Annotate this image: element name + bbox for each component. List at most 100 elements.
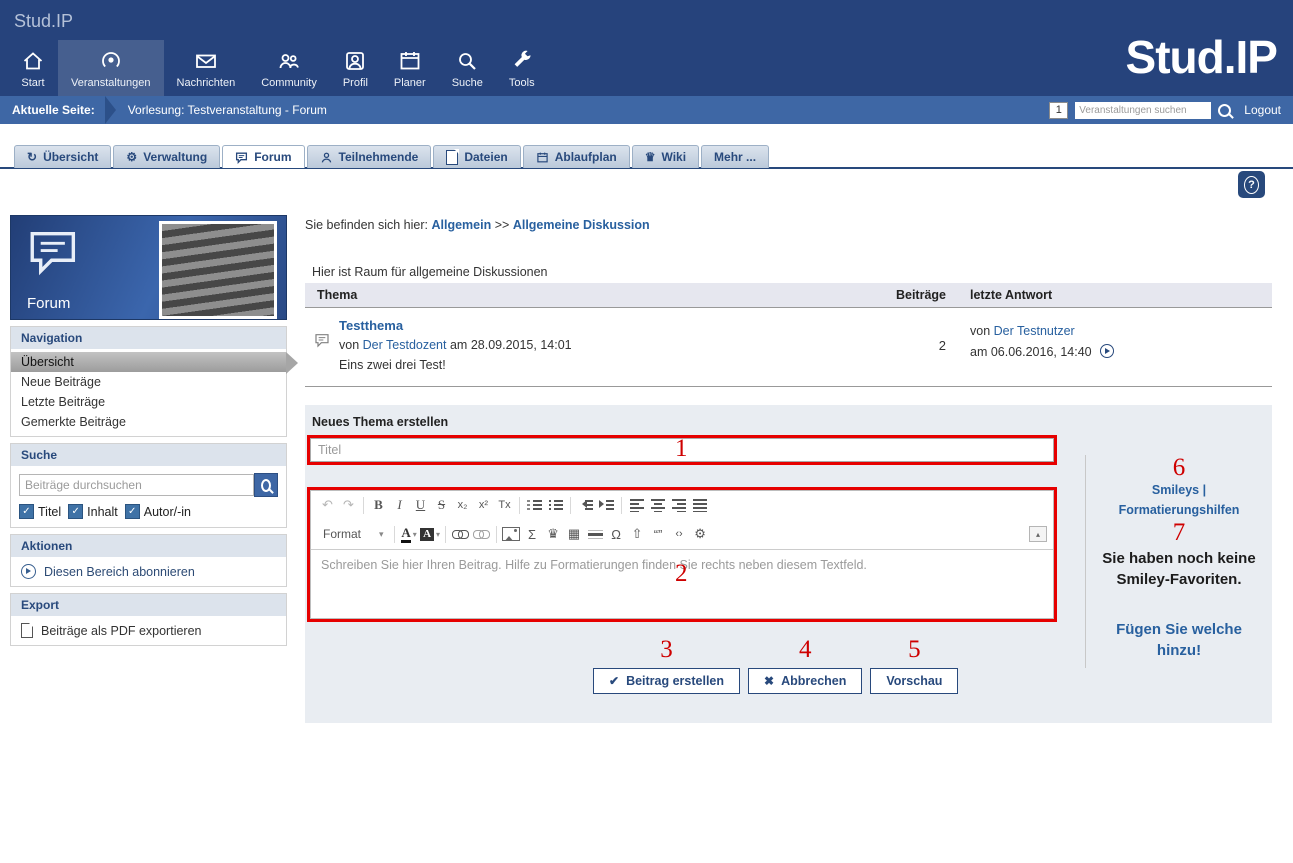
cancel-button[interactable]: ✖ Abbrechen — [748, 668, 862, 694]
nav-item-veranstaltungen[interactable]: Veranstaltungen — [58, 40, 164, 96]
text-color-button[interactable]: A▾ — [399, 523, 420, 545]
nav-label: Planer — [394, 77, 426, 89]
forum-search-input[interactable] — [19, 474, 254, 496]
sidebar-item-neue-beitraege[interactable]: Neue Beiträge — [11, 372, 286, 392]
nav-label: Profil — [343, 77, 368, 89]
tab-wiki[interactable]: ♛ Wiki — [632, 145, 699, 168]
breadcrumb-link-allgemein[interactable]: Allgemein — [431, 218, 491, 232]
remove-format-button[interactable]: Tx — [494, 494, 515, 516]
subscribe-area-link[interactable]: Diesen Bereich abonnieren — [11, 557, 286, 586]
nav-label: Veranstaltungen — [71, 77, 151, 89]
checkbox-autor[interactable]: ✓ — [125, 504, 140, 519]
tab-dateien[interactable]: Dateien — [433, 145, 520, 168]
unlink-button[interactable] — [471, 523, 492, 545]
sidebar-item-uebersicht[interactable]: Übersicht — [11, 352, 286, 372]
add-smileys-link[interactable]: Fügen Sie welche hinzu! — [1096, 619, 1262, 661]
search-submit-icon[interactable] — [1218, 104, 1231, 117]
toolbar-separator — [363, 497, 364, 514]
formula-button[interactable]: Σ — [522, 523, 543, 545]
nav-label: Tools — [509, 77, 535, 89]
format-help-link[interactable]: Formatierungshilfen — [1119, 503, 1240, 517]
topic-bubble-icon — [305, 316, 339, 375]
logout-link[interactable]: Logout — [1244, 103, 1281, 117]
link-button[interactable] — [450, 523, 471, 545]
nav-item-nachrichten[interactable]: Nachrichten — [164, 40, 249, 96]
current-page-label: Aktuelle Seite: — [12, 103, 95, 117]
last-answer-author-link[interactable]: Der Testnutzer — [994, 324, 1075, 338]
nav-item-planer[interactable]: Planer — [381, 40, 439, 96]
goto-last-post-icon[interactable] — [1100, 344, 1114, 358]
help-button[interactable]: ? — [1238, 171, 1265, 198]
forum-search-button[interactable] — [254, 473, 278, 497]
special-char-button[interactable]: Ω — [606, 523, 627, 545]
horizontal-rule-button[interactable] — [585, 523, 606, 545]
underline-button[interactable]: U — [410, 494, 431, 516]
breadcrumb-link-diskussion[interactable]: Allgemeine Diskussion — [513, 218, 650, 232]
nav-item-community[interactable]: Community — [248, 40, 330, 96]
chevron-down-icon: ▾ — [436, 530, 440, 539]
author-link[interactable]: Der Testdozent — [363, 338, 447, 352]
upload-button[interactable]: ⇧ — [627, 523, 648, 545]
section-header-suche: Suche — [11, 444, 286, 466]
tab-verwaltung[interactable]: ⚙ Verwaltung — [113, 145, 220, 168]
sidebar-item-gemerkte-beitraege[interactable]: Gemerkte Beiträge — [11, 412, 286, 432]
preview-button[interactable]: Vorschau — [870, 668, 958, 694]
undo-icon[interactable]: ↶ — [317, 494, 338, 516]
justify-button[interactable] — [689, 494, 710, 516]
editor-content-area[interactable]: 2 Schreiben Sie hier Ihren Beitrag. Hilf… — [311, 549, 1053, 618]
bullet-list-button[interactable] — [545, 494, 566, 516]
nav-item-start[interactable]: Start — [8, 40, 58, 96]
studip-logo: Stud.IP — [1126, 30, 1277, 84]
indent-button[interactable] — [596, 494, 617, 516]
numbered-list-button[interactable] — [524, 494, 545, 516]
collapse-toolbar-button[interactable]: ▴ — [1029, 526, 1047, 542]
smileys-link[interactable]: Smileys — [1152, 483, 1199, 497]
course-search-input[interactable] — [1075, 102, 1211, 119]
nav-item-profil[interactable]: Profil — [330, 40, 381, 96]
editor-placeholder: Schreiben Sie hier Ihren Beitrag. Hilfe … — [321, 558, 867, 572]
tab-label: Teilnehmende — [339, 150, 419, 164]
result-counter: 1 — [1049, 102, 1068, 119]
source-button[interactable]: ‹› — [669, 523, 690, 545]
align-center-button[interactable] — [647, 494, 668, 516]
strikethrough-button[interactable]: S — [431, 494, 452, 516]
tab-mehr[interactable]: Mehr ... — [701, 145, 769, 168]
nav-item-suche[interactable]: Suche — [439, 40, 496, 96]
redo-icon[interactable]: ↷ — [338, 494, 359, 516]
export-pdf-link[interactable]: Beiträge als PDF exportieren — [11, 616, 286, 645]
checkbox-inhalt[interactable]: ✓ — [68, 504, 83, 519]
toolbar-separator — [519, 497, 520, 514]
editor-toolbar-row-1: ↶ ↷ B I U S x₂ x² Tx — [311, 491, 1053, 520]
tab-ablaufplan[interactable]: Ablaufplan — [523, 145, 630, 168]
nav-item-tools[interactable]: Tools — [496, 40, 548, 96]
checkbox-titel[interactable]: ✓ — [19, 504, 34, 519]
mail-icon — [194, 47, 218, 74]
background-color-button[interactable]: A▾ — [420, 523, 441, 545]
main-content: Sie befinden sich hier: Allgemein >> All… — [305, 210, 1272, 723]
submit-post-button[interactable]: ✔ Beitrag erstellen — [593, 668, 740, 694]
tab-teilnehmende[interactable]: Teilnehmende — [307, 145, 432, 168]
toolbar-separator — [394, 526, 395, 543]
submit-label: Beitrag erstellen — [626, 674, 724, 688]
table-button[interactable]: ▦ — [564, 523, 585, 545]
italic-button[interactable]: I — [389, 494, 410, 516]
plugins-button[interactable]: ⚙ — [690, 523, 711, 545]
image-icon — [502, 527, 520, 541]
tab-forum[interactable]: Forum — [222, 145, 304, 168]
bold-button[interactable]: B — [368, 494, 389, 516]
topic-title-link[interactable]: Testthema — [339, 318, 403, 333]
outdent-button[interactable] — [575, 494, 596, 516]
format-dropdown[interactable]: Format ▾ — [317, 527, 390, 541]
superscript-button[interactable]: x² — [473, 494, 494, 516]
tab-uebersicht[interactable]: ↻ Übersicht — [14, 145, 111, 168]
check-icon: ✓ — [22, 507, 30, 517]
subscript-button[interactable]: x₂ — [452, 494, 473, 516]
align-left-button[interactable] — [626, 494, 647, 516]
blockquote-button[interactable]: “” — [648, 523, 669, 545]
wiki-button[interactable]: ♛ — [543, 523, 564, 545]
check-icon: ✓ — [71, 507, 79, 517]
align-right-icon — [672, 499, 686, 512]
align-right-button[interactable] — [668, 494, 689, 516]
sidebar-item-letzte-beitraege[interactable]: Letzte Beiträge — [11, 392, 286, 412]
image-button[interactable] — [501, 523, 522, 545]
